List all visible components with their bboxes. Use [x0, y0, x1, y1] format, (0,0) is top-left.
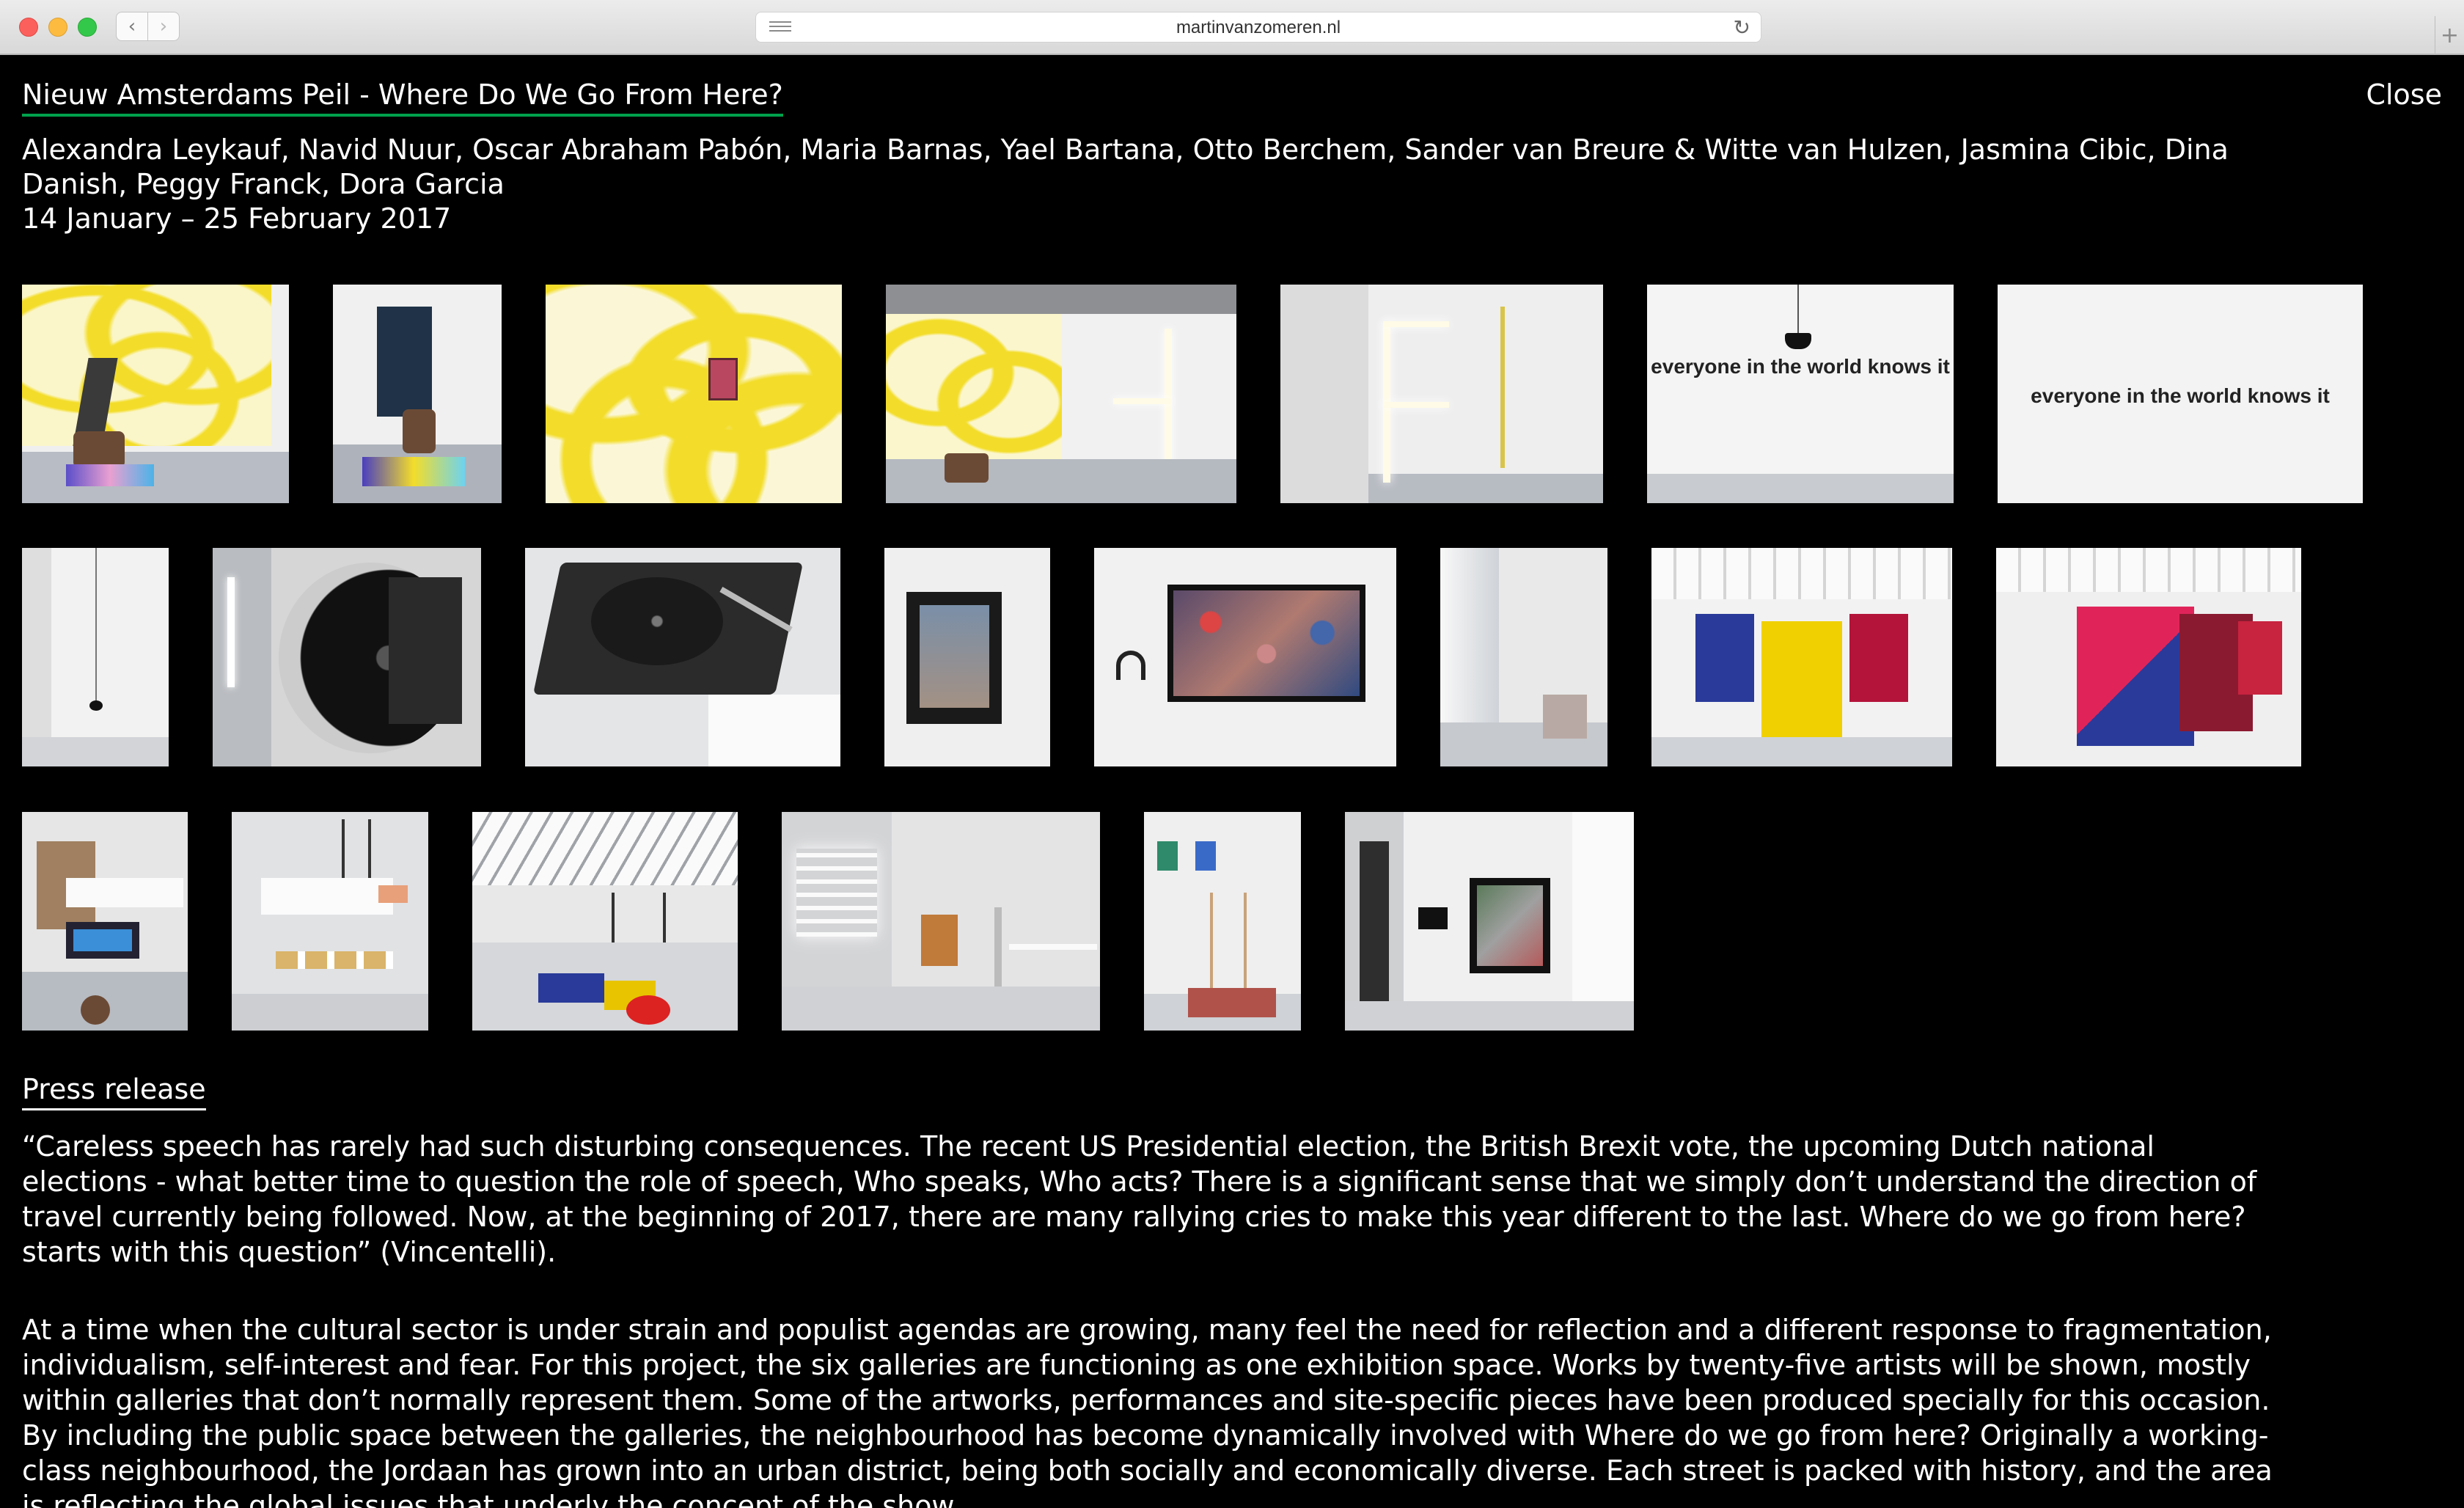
window-close-button[interactable] [19, 18, 38, 37]
gallery-thumbnail[interactable] [525, 548, 840, 766]
artwork-text: everyone in the world knows it [2031, 384, 2330, 407]
gallery-thumbnail[interactable] [22, 285, 289, 503]
gallery-thumbnail[interactable] [1651, 548, 1952, 766]
artist-list: Alexandra Leykauf, Navid Nuur, Oscar Abr… [22, 133, 2229, 200]
gallery-thumbnail[interactable] [1094, 548, 1396, 766]
artwork-text: everyone in the world knows it [1651, 355, 1950, 378]
forward-button[interactable]: › [147, 12, 180, 41]
gallery-thumbnail[interactable] [886, 285, 1236, 503]
new-tab-button[interactable]: + [2435, 16, 2464, 55]
press-release-paragraph: “Careless speech has rarely had such dis… [22, 1130, 2257, 1268]
back-button[interactable]: ‹ [116, 12, 148, 41]
gallery-thumbnail[interactable] [213, 548, 481, 766]
browser-toolbar: ‹ › martinvanzomeren.nl ↻ + [0, 0, 2464, 55]
gallery-thumbnail[interactable] [472, 812, 738, 1031]
gallery-thumbnail[interactable] [1345, 812, 1634, 1031]
gallery-thumbnail[interactable] [782, 812, 1100, 1031]
page-content: Nieuw Amsterdams Peil - Where Do We Go F… [0, 56, 2464, 1508]
window-minimize-button[interactable] [48, 18, 67, 37]
exhibition-title-link[interactable]: Nieuw Amsterdams Peil - Where Do We Go F… [22, 77, 783, 117]
gallery-thumbnail[interactable] [884, 548, 1050, 766]
gallery-thumbnail[interactable]: everyone in the world knows it [1998, 285, 2363, 503]
gallery-thumbnail[interactable]: everyone in the world knows it [1647, 285, 1954, 503]
reload-icon[interactable]: ↻ [1734, 15, 1750, 40]
gallery-thumbnail[interactable] [22, 812, 188, 1031]
gallery-thumbnail[interactable] [1440, 548, 1607, 766]
window-zoom-button[interactable] [78, 18, 97, 37]
close-link[interactable]: Close [2366, 77, 2442, 112]
gallery-thumbnail[interactable] [22, 548, 169, 766]
gallery-thumbnail[interactable] [333, 285, 502, 503]
gallery-thumbnail[interactable] [1144, 812, 1301, 1031]
press-release-link[interactable]: Press release [22, 1072, 206, 1110]
url-text: martinvanzomeren.nl [1176, 18, 1341, 37]
gallery-thumbnail[interactable] [546, 285, 842, 503]
press-release-paragraph: At a time when the cultural sector is un… [22, 1314, 2273, 1508]
gallery-thumbnail[interactable] [232, 812, 428, 1031]
address-bar[interactable]: martinvanzomeren.nl ↻ [755, 12, 1761, 43]
gallery-thumbnail[interactable] [1996, 548, 2301, 766]
exhibition-dates: 14 January – 25 February 2017 [22, 202, 452, 235]
gallery-thumbnail[interactable] [1280, 285, 1603, 503]
